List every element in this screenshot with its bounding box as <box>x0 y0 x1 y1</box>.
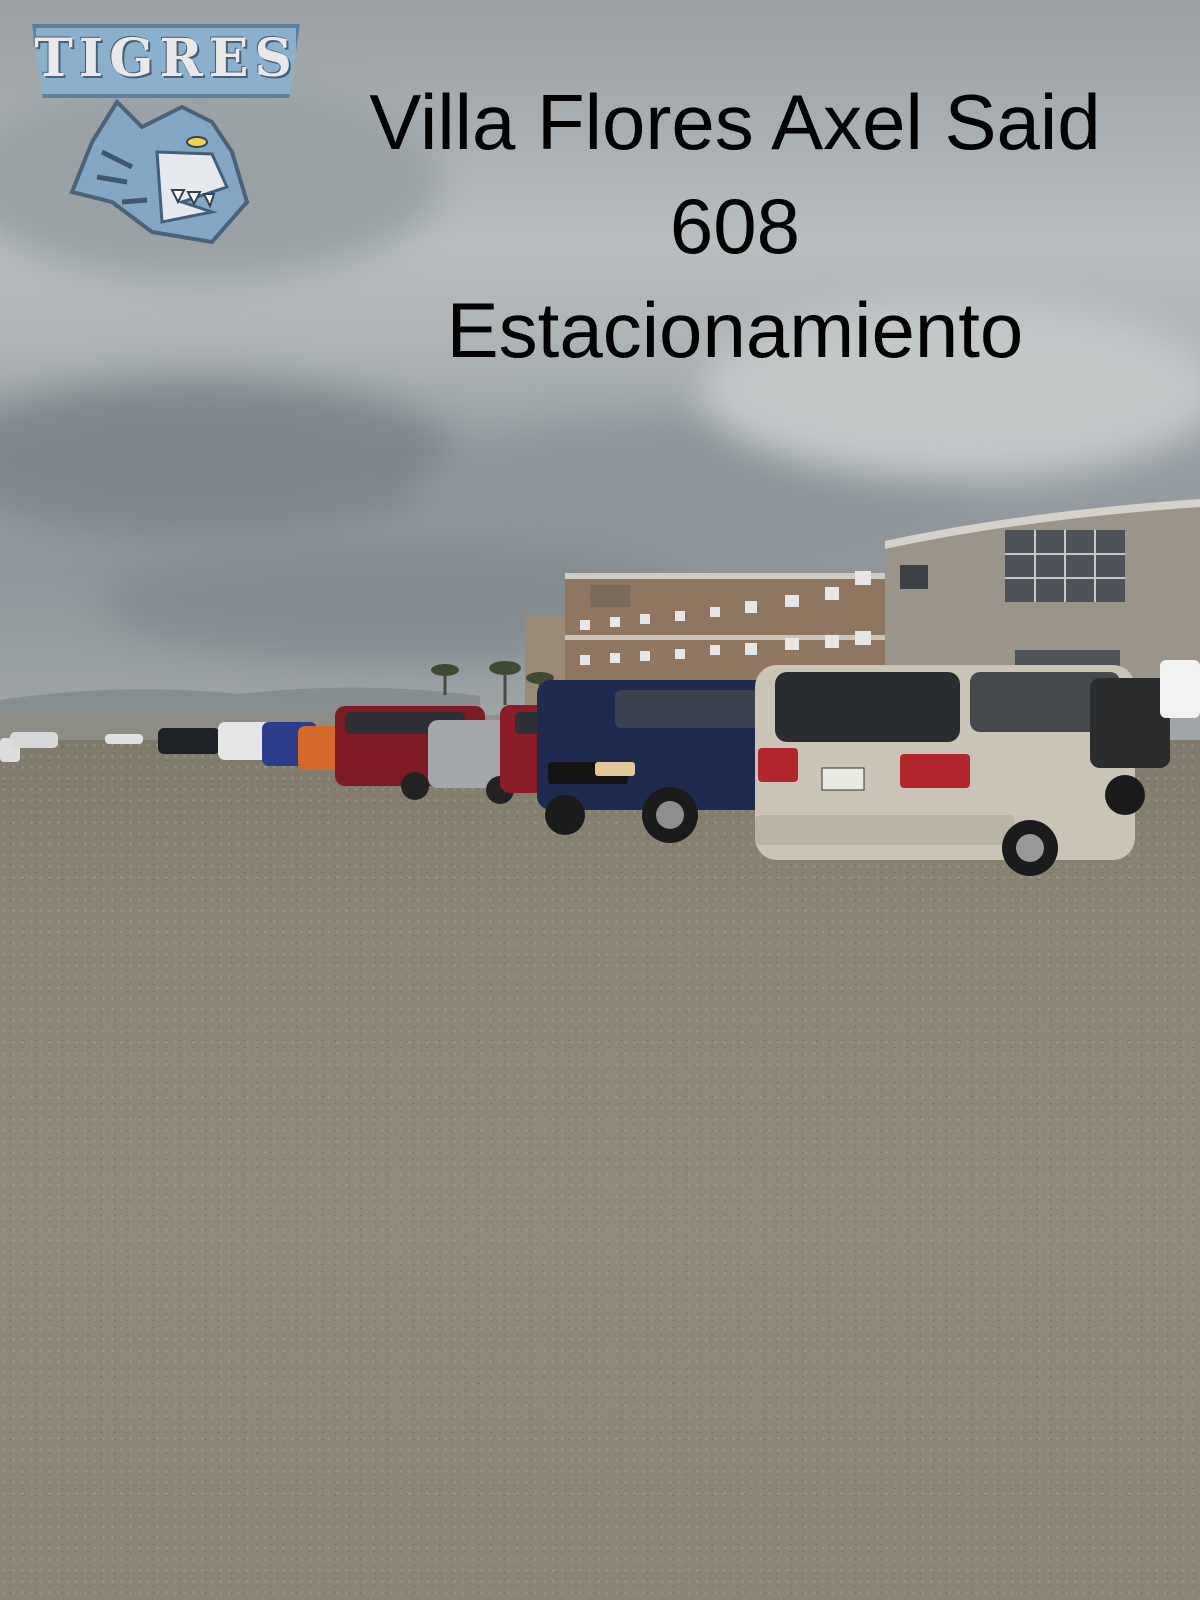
student-name: Villa Flores Axel Said <box>369 78 1101 166</box>
group-number: 608 <box>669 182 801 270</box>
tigres-logo: TIGRES <box>24 22 304 252</box>
overlay-caption: Villa Flores Axel Said 608 Estacionamien… <box>285 70 1185 382</box>
location-label: Estacionamiento <box>446 286 1024 374</box>
parked-cars <box>0 660 1200 876</box>
logo-wordmark: TIGRES <box>34 28 298 89</box>
parking-lot-photo: Villa Flores Axel Said 608 Estacionamien… <box>0 0 1200 1600</box>
tiger-mascot-icon <box>69 98 250 245</box>
